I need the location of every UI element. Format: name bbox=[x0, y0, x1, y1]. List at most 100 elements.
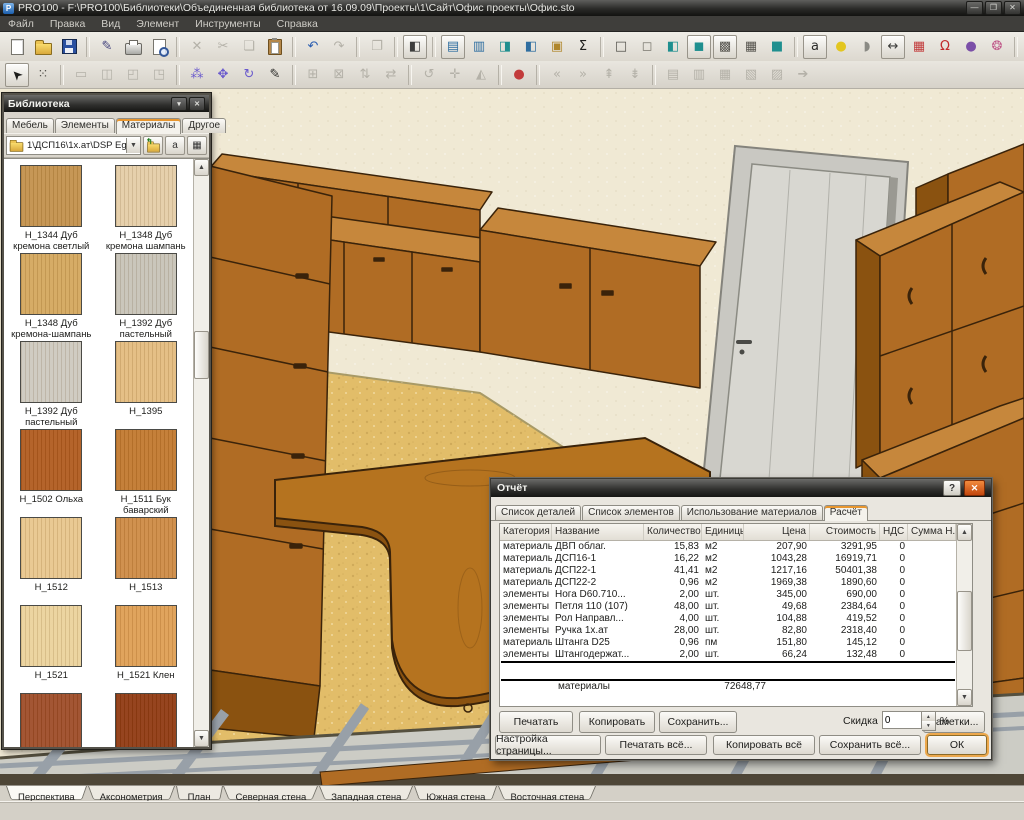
table-row[interactable]: элементыШтангодержат...2,00шт.66,24132,4… bbox=[500, 649, 956, 661]
magnet-snap-icon[interactable]: Ω bbox=[933, 35, 957, 59]
button-Сохранить всё...[interactable]: Сохранить всё... bbox=[819, 735, 921, 755]
material-item[interactable]: Н_1521 bbox=[4, 605, 99, 693]
view-tab-План[interactable]: План bbox=[176, 786, 223, 802]
spin-up-icon[interactable]: ▲ bbox=[922, 712, 935, 721]
show-library-furniture-icon[interactable]: ▤ bbox=[441, 35, 465, 59]
close-button[interactable]: ✕ bbox=[1004, 1, 1021, 15]
view-contours-icon[interactable]: ▦ bbox=[739, 35, 763, 59]
paste-icon[interactable] bbox=[263, 35, 287, 59]
column-header-Название[interactable]: Название bbox=[552, 524, 644, 540]
library-tab-Материалы[interactable]: Материалы bbox=[116, 118, 182, 134]
material-item[interactable]: Н_1344 Дуб кремона светлый bbox=[4, 165, 99, 253]
view-details-button[interactable]: ▦ bbox=[187, 136, 207, 155]
select-tool-icon[interactable]: ➤ bbox=[5, 63, 29, 87]
view-tab-Аксонометрия[interactable]: Аксонометрия bbox=[88, 786, 175, 802]
maximize-button[interactable]: ❐ bbox=[985, 1, 1002, 15]
library-close-button[interactable]: ✕ bbox=[189, 97, 205, 111]
open-project-icon[interactable] bbox=[31, 35, 55, 59]
view-tab-Перспектива[interactable]: Перспектива bbox=[6, 786, 87, 802]
grid-icon[interactable]: ▦ bbox=[907, 35, 931, 59]
table-header[interactable]: КатегорияНазваниеКоличествоЕдиницыЦенаСт… bbox=[500, 524, 956, 541]
library-path-combo[interactable]: 1\ДСП16\1х.ат\DSP Eg ▼ bbox=[6, 136, 141, 155]
chevron-down-icon[interactable]: ▼ bbox=[126, 138, 140, 153]
view-textured-icon[interactable]: ▩ bbox=[713, 35, 737, 59]
move-element-icon[interactable]: ✥ bbox=[211, 63, 235, 87]
menu-Инструменты[interactable]: Инструменты bbox=[187, 18, 268, 30]
close-button[interactable]: ✕ bbox=[964, 480, 985, 496]
table-row[interactable]: материалыШтанга D250,96пм151,80145,120 bbox=[500, 637, 956, 649]
column-header-Категория[interactable]: Категория bbox=[500, 524, 552, 540]
discount-spinner[interactable]: ▲▼ bbox=[922, 711, 936, 731]
library-tab-Мебель[interactable]: Мебель bbox=[6, 118, 54, 133]
column-header-Сумма Н...[interactable]: Сумма Н... bbox=[908, 524, 956, 540]
menu-Справка[interactable]: Справка bbox=[269, 18, 326, 30]
dialog-tab-Список деталей[interactable]: Список деталей bbox=[495, 505, 581, 520]
view-final-icon[interactable]: ■ bbox=[765, 35, 789, 59]
column-header-Цена[interactable]: Цена bbox=[744, 524, 810, 540]
show-library-other-icon[interactable]: ◧ bbox=[519, 35, 543, 59]
draw-shape-icon[interactable]: ✎ bbox=[263, 63, 287, 87]
print-preview-icon[interactable] bbox=[147, 35, 171, 59]
material-item[interactable]: Н_1520 Груша bbox=[99, 693, 194, 747]
table-row[interactable]: элементыРол Направл...4,00шт.104,88419,5… bbox=[500, 613, 956, 625]
shadows-icon[interactable]: ◗ bbox=[855, 35, 879, 59]
button-Настройка страницы...[interactable]: Настройка страницы... bbox=[495, 735, 601, 755]
save-project-icon[interactable] bbox=[57, 35, 81, 59]
material-item[interactable]: Н_1512 bbox=[4, 517, 99, 605]
view-tab-Западная стена[interactable]: Западная стена bbox=[319, 786, 413, 802]
material-item[interactable]: Н_1395 bbox=[99, 341, 194, 429]
report-icon[interactable]: Σ bbox=[571, 35, 595, 59]
spin-down-icon[interactable]: ▼ bbox=[922, 721, 935, 730]
show-labels-icon[interactable]: a bbox=[803, 35, 827, 59]
table-row[interactable]: материалыДВП облаг.15,83м2207,903291,950 bbox=[500, 541, 956, 553]
undo-icon[interactable]: ↶ bbox=[301, 35, 325, 59]
dialog-tab-Использование материалов[interactable]: Использование материалов bbox=[681, 505, 823, 520]
view-wireframe-icon[interactable]: □ bbox=[609, 35, 633, 59]
table-row[interactable]: элементыПетля 110 (107)48,00шт.49,682384… bbox=[500, 601, 956, 613]
view-colored-icon[interactable]: ◧ bbox=[661, 35, 685, 59]
view-tab-Восточная стена[interactable]: Восточная стена bbox=[498, 786, 596, 802]
view-tab-Северная стена[interactable]: Северная стена bbox=[223, 786, 318, 802]
view-hidden-lines-icon[interactable]: ◻ bbox=[635, 35, 659, 59]
dialog-tab-Список элементов[interactable]: Список элементов bbox=[582, 505, 680, 520]
material-item[interactable]: Н_1520 bbox=[4, 693, 99, 747]
dialog-title-bar[interactable]: Отчёт ? ✕ bbox=[491, 479, 991, 497]
color-wheel-icon[interactable]: ❂ bbox=[985, 35, 1009, 59]
button-Копировать[interactable]: Копировать bbox=[579, 711, 655, 733]
dialog-tab-Расчёт[interactable]: Расчёт bbox=[824, 505, 868, 521]
library-tab-Элементы[interactable]: Элементы bbox=[55, 118, 115, 133]
library-scrollbar[interactable]: ▲ ▼ bbox=[193, 159, 209, 747]
menu-Правка[interactable]: Правка bbox=[42, 18, 93, 30]
scroll-down-icon[interactable]: ▼ bbox=[194, 730, 209, 747]
material-item[interactable]: Н_1513 bbox=[99, 517, 194, 605]
material-item[interactable]: Н_1502 Ольха bbox=[4, 429, 99, 517]
button-Копировать всё[interactable]: Копировать всё bbox=[713, 735, 815, 755]
material-item[interactable]: Н_1392 Дуб пастельный bbox=[4, 341, 99, 429]
material-item[interactable]: Н_1521 Клен bbox=[99, 605, 194, 693]
material-item[interactable]: Н_1511 Бук баварский bbox=[99, 429, 194, 517]
scroll-down-icon[interactable]: ▼ bbox=[957, 689, 972, 706]
folder-up-button[interactable]: ↰ bbox=[143, 136, 163, 155]
show-library-elements-icon[interactable]: ▥ bbox=[467, 35, 491, 59]
menu-Файл[interactable]: Файл bbox=[0, 18, 42, 30]
library-title-bar[interactable]: Библиотека ▾✕ bbox=[4, 95, 209, 112]
material-sphere-icon[interactable]: ● bbox=[507, 63, 531, 87]
button-Печатать всё...[interactable]: Печатать всё... bbox=[605, 735, 707, 755]
scroll-up-icon[interactable]: ▲ bbox=[194, 159, 209, 176]
scrollbar-thumb[interactable] bbox=[194, 331, 209, 379]
sort-az-button[interactable]: a bbox=[165, 136, 185, 155]
toggle-properties-panel-icon[interactable]: ◧ bbox=[403, 35, 427, 59]
render-sphere-icon[interactable]: ● bbox=[959, 35, 983, 59]
library-tab-Другое[interactable]: Другое bbox=[182, 118, 226, 133]
scrollbar-thumb[interactable] bbox=[957, 591, 972, 651]
column-header-Единицы[interactable]: Единицы bbox=[702, 524, 744, 540]
table-row[interactable]: материалыДСП22-141,41м21217,1650401,380 bbox=[500, 565, 956, 577]
new-document-icon[interactable] bbox=[5, 35, 29, 59]
help-button[interactable]: ? bbox=[943, 480, 961, 496]
table-row[interactable]: элементыНога D60.710...2,00шт.345,00690,… bbox=[500, 589, 956, 601]
material-item[interactable]: Н_1348 Дуб кремона-шампань bbox=[4, 253, 99, 341]
menu-Элемент[interactable]: Элемент bbox=[128, 18, 187, 30]
show-price-list-icon[interactable]: ▣ bbox=[545, 35, 569, 59]
print-icon[interactable] bbox=[121, 35, 145, 59]
library-collapse-button[interactable]: ▾ bbox=[171, 97, 187, 111]
